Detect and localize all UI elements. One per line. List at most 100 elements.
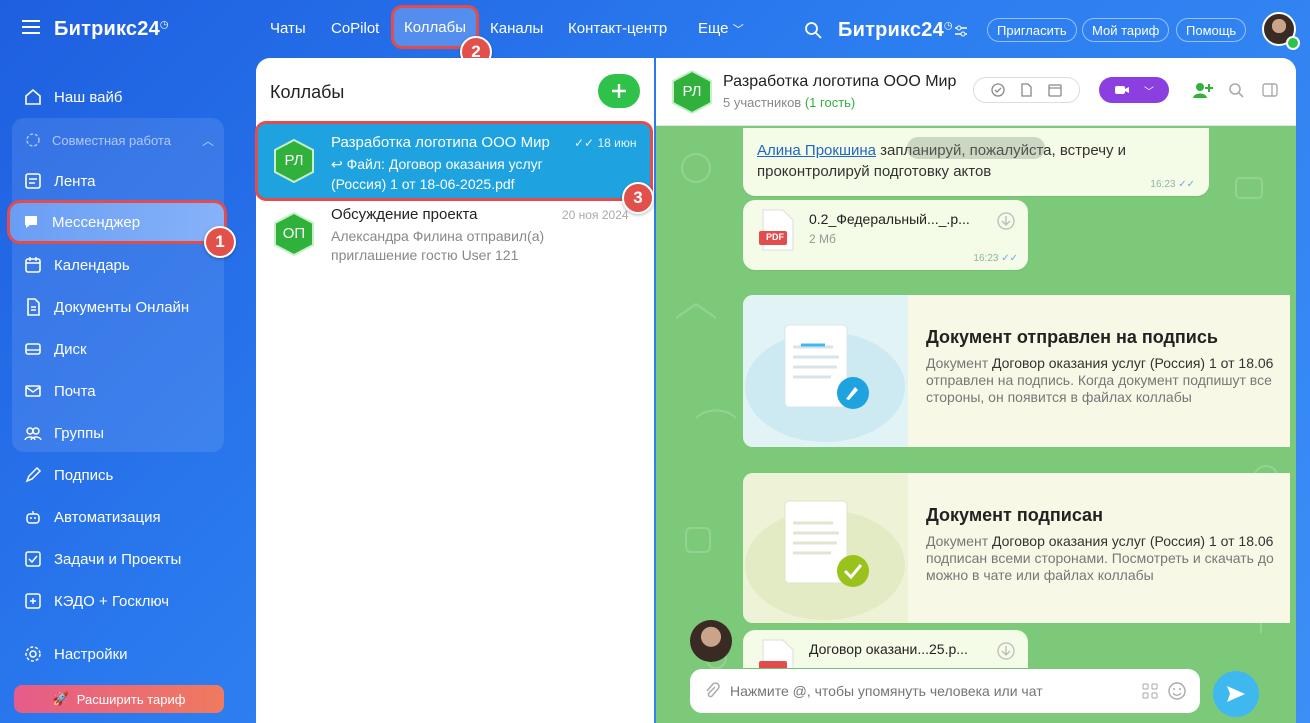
- sidebar-item-automation[interactable]: Автоматизация: [12, 499, 222, 535]
- calendar-icon[interactable]: [1048, 83, 1062, 97]
- file-name: 0.2_Федеральный..._.p...: [809, 211, 970, 227]
- send-arrow-icon: [1227, 686, 1245, 702]
- step-badge-1: 1: [204, 226, 236, 258]
- tab-more-label: Еще: [698, 20, 729, 37]
- help-button[interactable]: Помощь: [1176, 18, 1247, 42]
- chevron-up-icon[interactable]: ︿: [202, 132, 214, 149]
- file-type: PDF: [766, 232, 784, 242]
- sidebar-item-label: Мессенджер: [52, 213, 141, 231]
- sidebar-item-messenger[interactable]: Мессенджер: [10, 203, 224, 241]
- file-size: 2 Мб: [809, 232, 836, 246]
- invite-button[interactable]: Пригласить: [987, 18, 1077, 42]
- tab-more[interactable]: Еще ﹀: [698, 20, 744, 37]
- mention-link[interactable]: Алина Прокшина: [757, 142, 876, 159]
- card-text-3: стороны, он появится в файлах коллабы: [926, 389, 1192, 405]
- sidebar-item-docs[interactable]: Документы Онлайн: [12, 289, 222, 325]
- tab-chats[interactable]: Чаты: [270, 20, 306, 37]
- sidebar-item-vibe[interactable]: Наш вайб: [12, 79, 222, 115]
- search-icon[interactable]: [1228, 82, 1244, 98]
- sidebar-item-label: Лента: [54, 172, 96, 190]
- chat-participants[interactable]: 5 участников (1 гость): [723, 95, 855, 110]
- sidebar-item-calendar[interactable]: Календарь: [12, 247, 222, 283]
- download-icon[interactable]: [997, 642, 1015, 660]
- sidebar-item-label: КЭДО + Госключ: [54, 592, 170, 610]
- calendar-icon: [25, 257, 41, 273]
- sidebar-item-label: Настройки: [54, 645, 128, 663]
- chat-list-item[interactable]: ОП Обсуждение проекта 20 ноя 2024 Алекса…: [258, 200, 650, 274]
- disk-icon: [25, 343, 41, 355]
- pdf-file-icon: [759, 209, 794, 251]
- sidebar-toggle-icon[interactable]: [1262, 82, 1278, 98]
- double-check-icon: ✓✓: [574, 136, 595, 150]
- feed-icon: [25, 173, 41, 189]
- sidebar-item-kedo[interactable]: КЭДО + Госключ: [12, 583, 222, 619]
- chat-date: 18 июн: [597, 136, 637, 150]
- sender-avatar[interactable]: [690, 620, 732, 662]
- chat-avatar-initials: РЛ: [682, 83, 702, 100]
- menu-icon[interactable]: [22, 20, 40, 34]
- file-message[interactable]: Договор оказани...25.p...: [743, 630, 1028, 668]
- chat-name: Обсуждение проекта: [331, 206, 478, 223]
- message-input[interactable]: [730, 683, 1142, 699]
- plus-icon: [612, 84, 626, 98]
- paperclip-icon[interactable]: [704, 682, 720, 700]
- upgrade-plan-button[interactable]: 🚀 Расширить тариф: [14, 685, 224, 713]
- card-text-2: подписан всеми сторонами. Посмотреть и с…: [926, 550, 1274, 566]
- pen-icon: [25, 466, 42, 483]
- double-check-icon: ✓✓: [1001, 253, 1018, 264]
- add-collab-button[interactable]: [598, 74, 640, 108]
- robot-icon: [26, 511, 40, 524]
- video-call-button[interactable]: ﹀: [1099, 77, 1169, 103]
- chevron-down-icon: ﹀: [1144, 86, 1154, 98]
- add-user-icon[interactable]: [1193, 81, 1213, 99]
- tab-copilot[interactable]: CoPilot: [331, 20, 379, 37]
- card-text: Документ: [926, 533, 992, 549]
- send-button[interactable]: [1213, 671, 1259, 717]
- sidebar-item-tasks[interactable]: Задачи и Проекты: [12, 541, 222, 577]
- collab-group-header[interactable]: Совместная работа ︿: [12, 126, 224, 154]
- card-illustration: [743, 473, 908, 623]
- card-text-2: отправлен на подпись. Когда документ под…: [926, 372, 1272, 388]
- system-card-signed: Документ подписан Документ Договор оказа…: [743, 473, 1290, 623]
- system-card-sent: Документ отправлен на подпись Документ Д…: [743, 295, 1290, 447]
- collab-avatar-initials: РЛ: [284, 152, 304, 169]
- card-text-3: можно в чате или файлах коллабы: [926, 567, 1154, 583]
- brand-name: Битрикс24: [54, 18, 160, 40]
- file-message[interactable]: PDF 0.2_Федеральный..._.p... 2 Мб 16:23 …: [743, 200, 1028, 270]
- sidebar-item-label: Наш вайб: [54, 88, 123, 106]
- chat-date: 20 ноя 2024: [562, 208, 629, 222]
- brand-center-logo[interactable]: Битрикс24◷: [838, 19, 953, 42]
- sidebar-item-label: Календарь: [54, 256, 130, 274]
- tab-channels[interactable]: Каналы: [490, 20, 543, 37]
- chat-title[interactable]: Разработка логотипа ООО Мир: [723, 73, 956, 91]
- date-divider: [907, 137, 1045, 159]
- download-icon[interactable]: [997, 212, 1015, 230]
- sidebar-item-sign[interactable]: Подпись: [12, 457, 222, 493]
- search-icon[interactable]: [804, 21, 822, 39]
- document-icon[interactable]: [1019, 83, 1033, 97]
- card-doc-name[interactable]: Договор оказания услуг (Россия) 1 от 18.…: [992, 533, 1273, 549]
- sidebar-item-label: Группы: [54, 424, 104, 442]
- chat-preview-2: (Россия) 1 от 18-06-2025.pdf: [331, 176, 515, 192]
- card-doc-name[interactable]: Договор оказания услуг (Россия) 1 от 18.…: [992, 355, 1273, 371]
- tasks-icon: [25, 551, 41, 567]
- sidebar-item-label: Документы Онлайн: [54, 298, 190, 316]
- apps-grid-icon[interactable]: [1142, 683, 1158, 699]
- sidebar-item-feed[interactable]: Лента: [12, 163, 222, 199]
- task-check-icon[interactable]: [991, 83, 1005, 97]
- card-text: Документ: [926, 355, 992, 371]
- play-status-icon: [1286, 36, 1300, 50]
- sidebar-item-label: Почта: [54, 382, 96, 400]
- my-plan-button[interactable]: Мой тариф: [1082, 18, 1170, 42]
- sidebar-item-mail[interactable]: Почта: [12, 373, 222, 409]
- chat-list-item[interactable]: РЛ Разработка логотипа ООО Мир ✓✓ 18 июн…: [258, 124, 650, 198]
- sliders-icon[interactable]: [954, 24, 968, 38]
- sidebar-item-groups[interactable]: Группы: [12, 415, 222, 451]
- emoji-icon[interactable]: [1168, 682, 1186, 700]
- tab-contact-center[interactable]: Контакт-центр: [568, 20, 667, 37]
- sidebar-item-settings[interactable]: Настройки: [12, 636, 222, 672]
- sidebar-item-disk[interactable]: Диск: [12, 331, 222, 367]
- file-name: Договор оказани...25.p...: [809, 641, 968, 657]
- document-signed-illustration: [745, 500, 905, 620]
- brand-logo[interactable]: Битрикс24◷: [54, 18, 169, 41]
